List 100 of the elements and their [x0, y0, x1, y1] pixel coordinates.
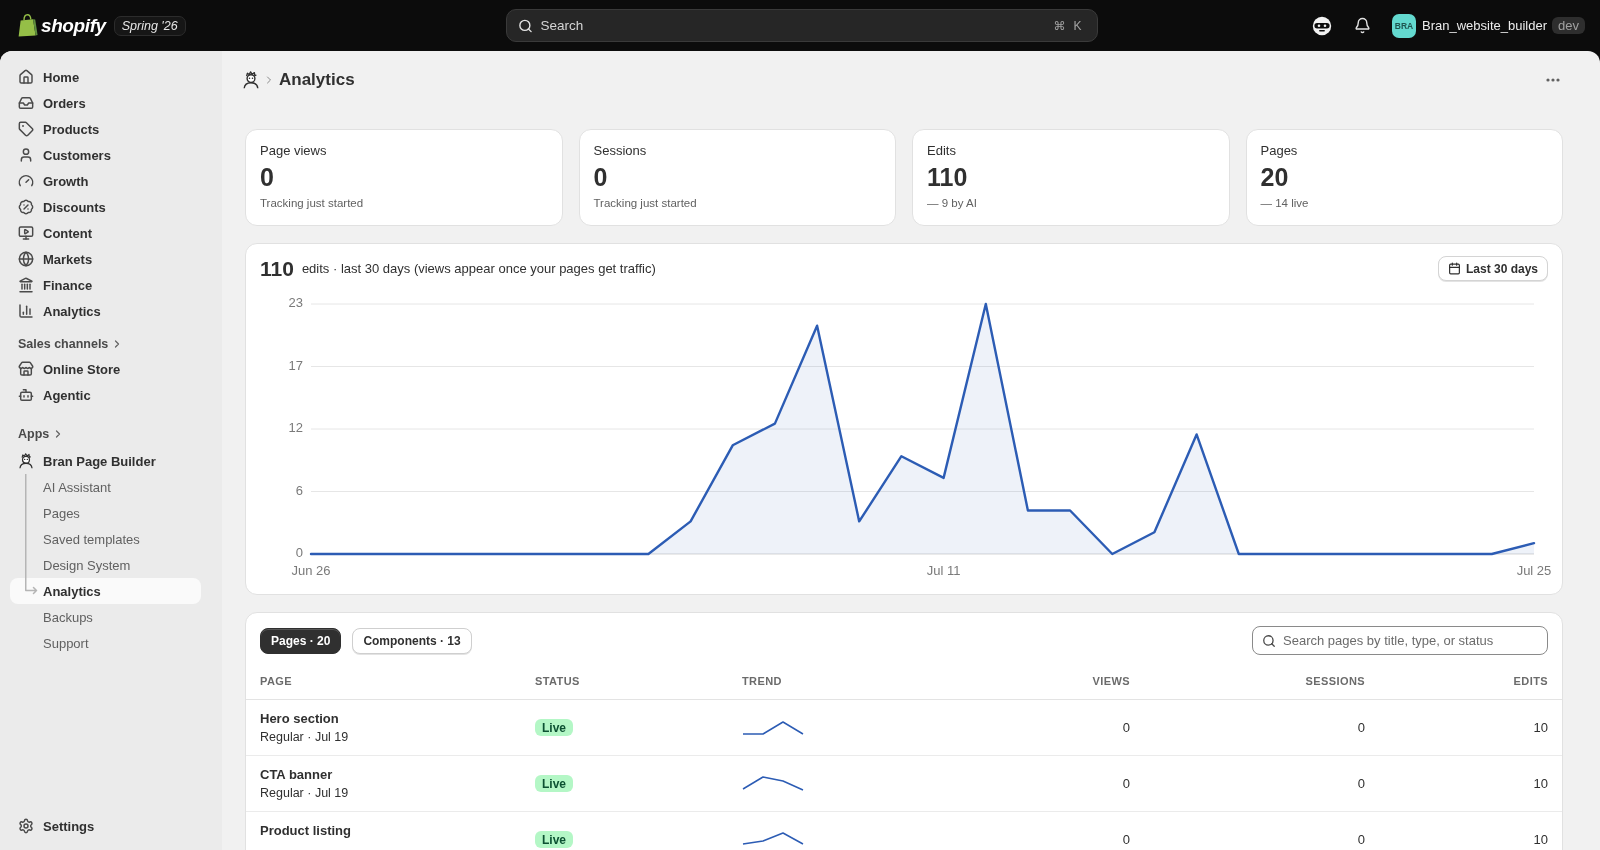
views-cell-text: 0: [1121, 776, 1130, 791]
sidebar-subitem[interactable]: Analytics: [10, 578, 201, 604]
filter-tab[interactable]: Pages · 20: [260, 627, 342, 654]
stat-value: 110: [927, 162, 969, 192]
stat-label: Page views: [260, 143, 328, 159]
app-home-link[interactable]: [242, 71, 260, 89]
x-axis-label: Jul 11: [926, 562, 961, 578]
search-icon: [517, 18, 533, 33]
shortcut-key: K: [1071, 18, 1084, 33]
chart-caption: edits · last 30 days (views appear once your pages get traffic): [301, 261, 656, 276]
sidebar-subitem[interactable]: Saved templates: [10, 526, 201, 552]
sidebar-item[interactable]: Orders: [10, 90, 201, 116]
sidebar-item[interactable]: Bran Page Builder: [10, 448, 201, 474]
bank-icon: [18, 277, 34, 293]
stat-label: Sessions: [593, 143, 648, 159]
stat-value: 0: [260, 162, 275, 192]
page-meta-cell-text: Regular · Jul 19: [260, 785, 350, 802]
page-title-cell-text: Product listing: [260, 822, 352, 839]
trend-sparkline: [742, 831, 804, 848]
page-meta-cell-text: Regular · Jul 19: [260, 729, 350, 746]
y-axis-label: 23: [288, 295, 303, 311]
column-header: STATUS: [535, 674, 581, 687]
character-logo-icon: [242, 71, 260, 89]
section-header-button[interactable]: Sales channels: [10, 332, 132, 356]
sidebar-subitem[interactable]: Design System: [10, 552, 201, 578]
home-icon: [18, 69, 34, 85]
chart-total: 110: [260, 256, 294, 281]
character-logo-icon: [18, 453, 34, 469]
sessions-cell-text: 0: [1356, 720, 1365, 735]
sidebar-subitem[interactable]: Support: [10, 630, 201, 656]
stat-value: 20: [1260, 162, 1290, 192]
stat-note: Tracking just started: [593, 196, 698, 210]
sidebar-item[interactable]: Growth: [10, 168, 201, 194]
column-header: SESSIONS: [1304, 674, 1365, 687]
stat-label: Pages: [1260, 143, 1299, 159]
column-header: TREND: [742, 674, 783, 687]
sidebar-subitem[interactable]: Pages: [10, 500, 201, 526]
stat-label: Edits: [927, 143, 957, 159]
search-icon: [1262, 633, 1276, 648]
sidebar-item[interactable]: Analytics: [10, 298, 201, 324]
monitor-icon: [18, 225, 34, 241]
ellipsis-icon: [1546, 78, 1560, 82]
sidebar-item[interactable]: Finance: [10, 272, 201, 298]
stat-value: 0: [593, 162, 609, 192]
sidebar-item[interactable]: Home: [10, 64, 201, 90]
edition-badge: Spring '26: [113, 15, 186, 36]
shopify-wordmark: shopify: [41, 14, 106, 37]
sidebar-item[interactable]: Settings: [10, 813, 201, 839]
sidebar-item[interactable]: Markets: [10, 246, 201, 272]
sidebar-item[interactable]: Customers: [10, 142, 201, 168]
person-icon: [18, 147, 34, 163]
y-axis-label: 0: [295, 545, 303, 561]
page-title-cell-text: Hero section: [260, 710, 340, 727]
status-badge: Live: [535, 719, 573, 736]
percent-badge-icon: [18, 199, 34, 215]
bar-chart-icon: [18, 303, 34, 319]
status-badge: Live: [535, 775, 573, 792]
stat-note: — 9 by AI: [927, 196, 978, 210]
account-avatar[interactable]: BRA: [1392, 13, 1416, 38]
sidebar-item[interactable]: Content: [10, 220, 201, 246]
page-title-cell-text: CTA banner: [260, 766, 334, 783]
sessions-cell-text: 0: [1356, 832, 1365, 847]
tree-branch-icon: [24, 578, 38, 595]
environment-badge: dev: [1552, 17, 1585, 34]
stat-note: — 14 live: [1260, 196, 1310, 210]
sidebar-subitem[interactable]: Backups: [10, 604, 201, 630]
inbox-icon: [18, 95, 34, 111]
store-icon: [18, 361, 34, 377]
calendar-icon: [1447, 262, 1461, 275]
sidebar-item[interactable]: Products: [10, 116, 201, 142]
date-range-button[interactable]: Last 30 days: [1437, 256, 1548, 281]
trend-sparkline: [742, 719, 804, 736]
robot-icon: [18, 387, 34, 403]
column-header: EDITS: [1512, 674, 1548, 687]
account-name: Bran_website_builder: [1422, 18, 1548, 33]
status-badge: Live: [535, 831, 573, 848]
stat-note: Tracking just started: [260, 196, 365, 210]
views-cell-text: 0: [1121, 832, 1130, 847]
views-cell-text: 0: [1121, 720, 1130, 735]
y-axis-label: 6: [295, 482, 303, 498]
sidebar-item[interactable]: Discounts: [10, 194, 201, 220]
sidebar-item[interactable]: Agentic: [10, 382, 201, 408]
shopping-bag-logo-icon: [18, 14, 38, 37]
settings-icon: [18, 818, 34, 834]
x-axis-label: Jul 25: [1516, 562, 1552, 578]
column-header: VIEWS: [1091, 674, 1130, 687]
table-search-field[interactable]: Search pages by title, type, or status: [1252, 626, 1548, 655]
shortcut-key: ⌘: [1053, 18, 1066, 33]
section-header-button[interactable]: Apps: [10, 422, 73, 446]
edits-cell-text: 10: [1532, 776, 1548, 791]
masked-face-icon: [1312, 15, 1332, 36]
column-header: PAGE: [260, 674, 293, 687]
gauge-icon: [18, 173, 34, 189]
edits-cell-text: 10: [1532, 832, 1548, 847]
sessions-cell-text: 0: [1356, 776, 1365, 791]
globe-icon: [18, 251, 34, 267]
y-axis-label: 12: [288, 420, 303, 436]
sidebar-item[interactable]: Online Store: [10, 356, 201, 382]
sidebar-subitem[interactable]: AI Assistant: [10, 474, 201, 500]
filter-tab[interactable]: Components · 13: [352, 627, 472, 654]
